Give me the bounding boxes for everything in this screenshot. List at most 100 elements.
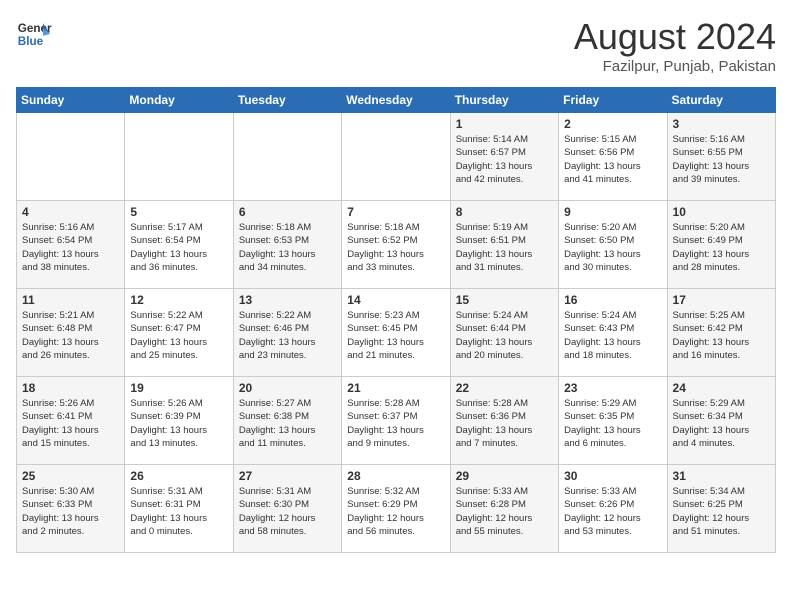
calendar-cell [342, 113, 450, 201]
calendar-cell [125, 113, 233, 201]
day-number: 9 [564, 205, 661, 219]
location: Fazilpur, Punjab, Pakistan [574, 58, 776, 75]
day-number: 27 [239, 469, 336, 483]
cell-info: Sunrise: 5:33 AM Sunset: 6:26 PM Dayligh… [564, 485, 661, 538]
svg-text:Blue: Blue [18, 35, 44, 48]
calendar-cell: 19Sunrise: 5:26 AM Sunset: 6:39 PM Dayli… [125, 377, 233, 465]
day-number: 23 [564, 381, 661, 395]
day-number: 29 [456, 469, 553, 483]
cell-info: Sunrise: 5:25 AM Sunset: 6:42 PM Dayligh… [673, 309, 770, 362]
logo: General Blue [16, 16, 52, 52]
calendar-cell: 4Sunrise: 5:16 AM Sunset: 6:54 PM Daylig… [17, 201, 125, 289]
weekday-header-row: SundayMondayTuesdayWednesdayThursdayFrid… [17, 88, 776, 113]
cell-info: Sunrise: 5:26 AM Sunset: 6:41 PM Dayligh… [22, 397, 119, 450]
calendar-cell: 30 Sunrise: 5:33 AM Sunset: 6:26 PM Dayli… [559, 465, 667, 553]
cell-info: Sunrise: 5:26 AM Sunset: 6:39 PM Dayligh… [130, 397, 227, 450]
calendar-cell: 27 Sunrise: 5:31 AM Sunset: 6:30 PM Dayli… [233, 465, 341, 553]
day-number: 4 [22, 205, 119, 219]
cell-info: Sunrise: 5:31 AM Sunset: 6:30 PM Dayligh… [239, 485, 336, 538]
weekday-header: Tuesday [233, 88, 341, 113]
title-block: August 2024 Fazilpur, Punjab, Pakistan [574, 16, 776, 75]
calendar-cell: 5 Sunrise: 5:17 AM Sunset: 6:54 PM Daylig… [125, 201, 233, 289]
cell-info: Sunrise: 5:28 AM Sunset: 6:36 PM Dayligh… [456, 397, 553, 450]
calendar-cell [17, 113, 125, 201]
cell-info: Sunrise: 5:21 AM Sunset: 6:48 PM Dayligh… [22, 309, 119, 362]
calendar-cell: 24Sunrise: 5:29 AM Sunset: 6:34 PM Dayli… [667, 377, 775, 465]
calendar-cell: 14 Sunrise: 5:23 AM Sunset: 6:45 PM Dayli… [342, 289, 450, 377]
calendar-cell: 31 Sunrise: 5:34 AM Sunset: 6:25 PM Dayli… [667, 465, 775, 553]
day-number: 3 [673, 117, 770, 131]
weekday-header: Thursday [450, 88, 558, 113]
calendar-cell: 1 Sunrise: 5:14 AM Sunset: 6:57 PM Daylig… [450, 113, 558, 201]
day-number: 16 [564, 293, 661, 307]
calendar-cell: 6Sunrise: 5:18 AM Sunset: 6:53 PM Daylig… [233, 201, 341, 289]
day-number: 12 [130, 293, 227, 307]
cell-info: Sunrise: 5:27 AM Sunset: 6:38 PM Dayligh… [239, 397, 336, 450]
calendar-cell: 8Sunrise: 5:19 AM Sunset: 6:51 PM Daylig… [450, 201, 558, 289]
cell-info: Sunrise: 5:17 AM Sunset: 6:54 PM Dayligh… [130, 221, 227, 274]
cell-info: Sunrise: 5:18 AM Sunset: 6:52 PM Dayligh… [347, 221, 444, 274]
calendar-cell: 21Sunrise: 5:28 AM Sunset: 6:37 PM Dayli… [342, 377, 450, 465]
day-number: 1 [456, 117, 553, 131]
calendar-cell [233, 113, 341, 201]
calendar-cell: 25Sunrise: 5:30 AM Sunset: 6:33 PM Dayli… [17, 465, 125, 553]
calendar-cell: 2 Sunrise: 5:15 AM Sunset: 6:56 PM Daylig… [559, 113, 667, 201]
weekday-header: Wednesday [342, 88, 450, 113]
cell-info: Sunrise: 5:34 AM Sunset: 6:25 PM Dayligh… [673, 485, 770, 538]
calendar-week-row: 18 Sunrise: 5:26 AM Sunset: 6:41 PM Dayli… [17, 377, 776, 465]
cell-info: Sunrise: 5:33 AM Sunset: 6:28 PM Dayligh… [456, 485, 553, 538]
day-number: 2 [564, 117, 661, 131]
cell-info: Sunrise: 5:22 AM Sunset: 6:47 PM Dayligh… [130, 309, 227, 362]
weekday-header: Monday [125, 88, 233, 113]
calendar-week-row: 1 Sunrise: 5:14 AM Sunset: 6:57 PM Daylig… [17, 113, 776, 201]
calendar-cell: 9Sunrise: 5:20 AM Sunset: 6:50 PM Daylig… [559, 201, 667, 289]
calendar-cell: 23 Sunrise: 5:29 AM Sunset: 6:35 PM Dayli… [559, 377, 667, 465]
calendar-cell: 13Sunrise: 5:22 AM Sunset: 6:46 PM Dayli… [233, 289, 341, 377]
cell-info: Sunrise: 5:20 AM Sunset: 6:49 PM Dayligh… [673, 221, 770, 274]
calendar-week-row: 11 Sunrise: 5:21 AM Sunset: 6:48 PM Dayli… [17, 289, 776, 377]
calendar-cell: 11 Sunrise: 5:21 AM Sunset: 6:48 PM Dayli… [17, 289, 125, 377]
day-number: 10 [673, 205, 770, 219]
day-number: 5 [130, 205, 227, 219]
day-number: 21 [347, 381, 444, 395]
day-number: 30 [564, 469, 661, 483]
calendar-cell: 10 Sunrise: 5:20 AM Sunset: 6:49 PM Dayli… [667, 201, 775, 289]
day-number: 28 [347, 469, 444, 483]
day-number: 18 [22, 381, 119, 395]
calendar-cell: 16Sunrise: 5:24 AM Sunset: 6:43 PM Dayli… [559, 289, 667, 377]
cell-info: Sunrise: 5:31 AM Sunset: 6:31 PM Dayligh… [130, 485, 227, 538]
calendar-cell: 26Sunrise: 5:31 AM Sunset: 6:31 PM Dayli… [125, 465, 233, 553]
weekday-header: Sunday [17, 88, 125, 113]
cell-info: Sunrise: 5:23 AM Sunset: 6:45 PM Dayligh… [347, 309, 444, 362]
day-number: 13 [239, 293, 336, 307]
page-header: General Blue August 2024 Fazilpur, Punja… [16, 16, 776, 75]
cell-info: Sunrise: 5:15 AM Sunset: 6:56 PM Dayligh… [564, 133, 661, 186]
cell-info: Sunrise: 5:32 AM Sunset: 6:29 PM Dayligh… [347, 485, 444, 538]
day-number: 20 [239, 381, 336, 395]
cell-info: Sunrise: 5:24 AM Sunset: 6:44 PM Dayligh… [456, 309, 553, 362]
calendar-week-row: 25Sunrise: 5:30 AM Sunset: 6:33 PM Dayli… [17, 465, 776, 553]
day-number: 11 [22, 293, 119, 307]
calendar-week-row: 4Sunrise: 5:16 AM Sunset: 6:54 PM Daylig… [17, 201, 776, 289]
logo-icon: General Blue [16, 16, 52, 52]
month-title: August 2024 [574, 16, 776, 58]
calendar-cell: 20 Sunrise: 5:27 AM Sunset: 6:38 PM Dayli… [233, 377, 341, 465]
cell-info: Sunrise: 5:30 AM Sunset: 6:33 PM Dayligh… [22, 485, 119, 538]
cell-info: Sunrise: 5:29 AM Sunset: 6:35 PM Dayligh… [564, 397, 661, 450]
calendar-cell: 28 Sunrise: 5:32 AM Sunset: 6:29 PM Dayli… [342, 465, 450, 553]
day-number: 17 [673, 293, 770, 307]
calendar-cell: 12 Sunrise: 5:22 AM Sunset: 6:47 PM Dayli… [125, 289, 233, 377]
calendar-cell: 29 Sunrise: 5:33 AM Sunset: 6:28 PM Dayli… [450, 465, 558, 553]
day-number: 15 [456, 293, 553, 307]
day-number: 24 [673, 381, 770, 395]
day-number: 6 [239, 205, 336, 219]
calendar-cell: 17 Sunrise: 5:25 AM Sunset: 6:42 PM Dayli… [667, 289, 775, 377]
cell-info: Sunrise: 5:16 AM Sunset: 6:55 PM Dayligh… [673, 133, 770, 186]
cell-info: Sunrise: 5:14 AM Sunset: 6:57 PM Dayligh… [456, 133, 553, 186]
day-number: 31 [673, 469, 770, 483]
calendar-cell: 7Sunrise: 5:18 AM Sunset: 6:52 PM Daylig… [342, 201, 450, 289]
day-number: 14 [347, 293, 444, 307]
day-number: 22 [456, 381, 553, 395]
calendar-cell: 22 Sunrise: 5:28 AM Sunset: 6:36 PM Dayli… [450, 377, 558, 465]
weekday-header: Saturday [667, 88, 775, 113]
